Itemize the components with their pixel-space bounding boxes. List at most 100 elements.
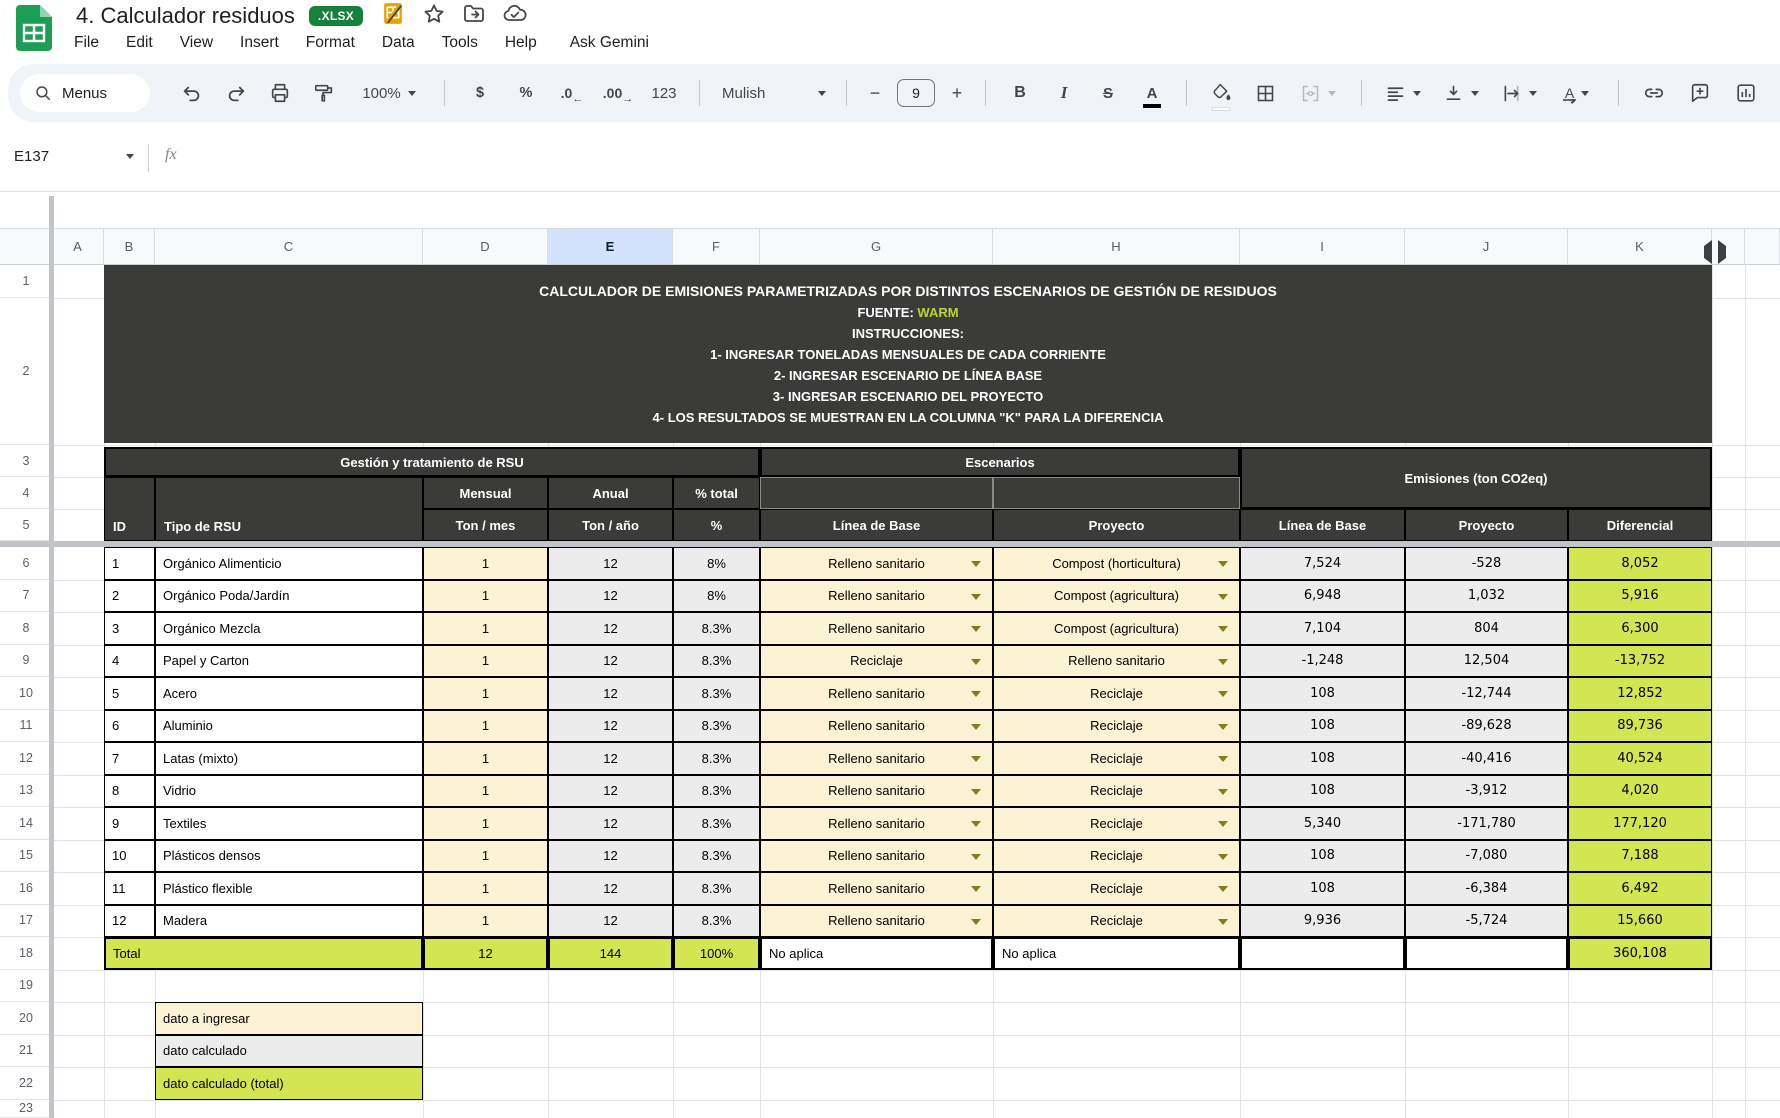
- dropdown-G10[interactable]: Relleno sanitario: [760, 677, 993, 710]
- row-header-7[interactable]: 7: [0, 580, 52, 613]
- menu-edit[interactable]: Edit: [126, 34, 153, 52]
- italic-button[interactable]: I: [1042, 75, 1086, 111]
- header-linea-de-base[interactable]: Línea de Base: [760, 509, 993, 541]
- dropdown-H11[interactable]: Reciclaje: [993, 710, 1240, 743]
- sheets-logo-icon[interactable]: [16, 5, 52, 56]
- dropdown-H16[interactable]: Reciclaje: [993, 872, 1240, 905]
- cell-K11[interactable]: 89,736: [1568, 710, 1712, 743]
- cell-K17[interactable]: 15,660: [1568, 905, 1712, 938]
- increase-font-size-button[interactable]: +: [941, 75, 973, 111]
- hidden-columns-left-arrow-icon[interactable]: [1694, 240, 1712, 264]
- font-family-control[interactable]: Mulish: [712, 75, 834, 111]
- cell-I9[interactable]: -1,248: [1240, 645, 1405, 678]
- header-tipo-rsu[interactable]: Tipo de RSU: [155, 477, 423, 541]
- cell-I18[interactable]: [1240, 937, 1405, 970]
- decrease-font-size-button[interactable]: −: [859, 75, 891, 111]
- cell-F11[interactable]: 8.3%: [673, 710, 760, 743]
- cell-C14[interactable]: Textiles: [155, 807, 423, 840]
- cell-F17[interactable]: 8.3%: [673, 905, 760, 938]
- decrease-decimal-button[interactable]: .0←: [549, 75, 595, 111]
- cell-B10[interactable]: 5: [104, 677, 155, 710]
- row-header-10[interactable]: 10: [0, 677, 52, 710]
- cell-D13[interactable]: 1: [423, 775, 548, 808]
- cell-J7[interactable]: 1,032: [1405, 580, 1568, 613]
- cell-I14[interactable]: 5,340: [1240, 807, 1405, 840]
- header-group-gestion[interactable]: Gestión y tratamiento de RSU: [104, 447, 760, 477]
- cell-total-label[interactable]: Total: [104, 937, 423, 970]
- header-pct-total[interactable]: % total: [673, 477, 760, 509]
- row-header-16[interactable]: 16: [0, 872, 52, 905]
- cell-J18[interactable]: [1405, 937, 1568, 970]
- column-header-D[interactable]: D: [423, 228, 548, 265]
- cell-F8[interactable]: 8.3%: [673, 612, 760, 645]
- cell-E8[interactable]: 12: [548, 612, 673, 645]
- increase-decimal-button[interactable]: .00→: [595, 75, 641, 111]
- column-header-K[interactable]: K: [1568, 228, 1712, 265]
- dropdown-G16[interactable]: Relleno sanitario: [760, 872, 993, 905]
- row-header-1[interactable]: 1: [0, 265, 52, 298]
- cell-K8[interactable]: 6,300: [1568, 612, 1712, 645]
- menu-data[interactable]: Data: [382, 34, 415, 52]
- dropdown-H9[interactable]: Relleno sanitario: [993, 645, 1240, 678]
- column-header-F[interactable]: F: [673, 228, 760, 265]
- banner-cell[interactable]: CALCULADOR DE EMISIONES PARAMETRIZADAS P…: [104, 265, 1712, 443]
- row-header-22[interactable]: 22: [0, 1067, 52, 1100]
- dropdown-G13[interactable]: Relleno sanitario: [760, 775, 993, 808]
- vertical-align-button[interactable]: [1432, 75, 1490, 111]
- row-header-19[interactable]: 19: [0, 970, 52, 1003]
- cell-D8[interactable]: 1: [423, 612, 548, 645]
- dropdown-G14[interactable]: Relleno sanitario: [760, 807, 993, 840]
- column-header-H[interactable]: H: [993, 228, 1240, 265]
- insert-link-button[interactable]: [1631, 75, 1677, 111]
- cell-D6[interactable]: 1: [423, 547, 548, 580]
- cell-D9[interactable]: 1: [423, 645, 548, 678]
- text-rotation-button[interactable]: A: [1548, 75, 1606, 111]
- insert-chart-button[interactable]: [1723, 75, 1769, 111]
- cell-F18[interactable]: 100%: [673, 937, 760, 970]
- hidden-columns-right-arrow-icon[interactable]: [1718, 240, 1736, 264]
- cell-J13[interactable]: -3,912: [1405, 775, 1568, 808]
- column-header-J[interactable]: J: [1405, 228, 1568, 265]
- bold-button[interactable]: B: [998, 75, 1042, 111]
- header-proyecto[interactable]: Proyecto: [993, 509, 1240, 541]
- fill-color-button[interactable]: [1199, 75, 1243, 111]
- cell-B16[interactable]: 11: [104, 872, 155, 905]
- column-header-E[interactable]: E: [548, 228, 673, 265]
- cell-D12[interactable]: 1: [423, 742, 548, 775]
- cell-C15[interactable]: Plásticos densos: [155, 840, 423, 873]
- cell-J12[interactable]: -40,416: [1405, 742, 1568, 775]
- column-header-A[interactable]: A: [52, 228, 104, 265]
- cell-E7[interactable]: 12: [548, 580, 673, 613]
- dropdown-G8[interactable]: Relleno sanitario: [760, 612, 993, 645]
- row-header-8[interactable]: 8: [0, 612, 52, 645]
- row-header-5[interactable]: 5: [0, 509, 52, 541]
- cell-B7[interactable]: 2: [104, 580, 155, 613]
- dropdown-H13[interactable]: Reciclaje: [993, 775, 1240, 808]
- row-header-17[interactable]: 17: [0, 905, 52, 938]
- name-box[interactable]: E137: [14, 148, 134, 165]
- text-color-button[interactable]: A: [1130, 75, 1174, 111]
- cell-E11[interactable]: 12: [548, 710, 673, 743]
- cell-K12[interactable]: 40,524: [1568, 742, 1712, 775]
- header-emisiones-linea-base[interactable]: Línea de Base: [1240, 509, 1405, 541]
- dropdown-H15[interactable]: Reciclaje: [993, 840, 1240, 873]
- cell-B15[interactable]: 10: [104, 840, 155, 873]
- cell-F7[interactable]: 8%: [673, 580, 760, 613]
- cloud-status-icon[interactable]: [502, 2, 528, 31]
- dropdown-G9[interactable]: Reciclaje: [760, 645, 993, 678]
- cell-F10[interactable]: 8.3%: [673, 677, 760, 710]
- cell-D18[interactable]: 12: [423, 937, 548, 970]
- document-title[interactable]: 4. Calculador residuos: [76, 3, 295, 29]
- row-header-18[interactable]: 18: [0, 937, 52, 970]
- cell-D11[interactable]: 1: [423, 710, 548, 743]
- cell-K9[interactable]: -13,752: [1568, 645, 1712, 678]
- frozen-columns-divider[interactable]: [49, 196, 54, 1118]
- column-header-I[interactable]: I: [1240, 228, 1405, 265]
- dropdown-G11[interactable]: Relleno sanitario: [760, 710, 993, 743]
- cell-I11[interactable]: 108: [1240, 710, 1405, 743]
- cell-K15[interactable]: 7,188: [1568, 840, 1712, 873]
- column-header-G[interactable]: G: [760, 228, 993, 265]
- cell-I6[interactable]: 7,524: [1240, 547, 1405, 580]
- dropdown-H17[interactable]: Reciclaje: [993, 905, 1240, 938]
- cell-C12[interactable]: Latas (mixto): [155, 742, 423, 775]
